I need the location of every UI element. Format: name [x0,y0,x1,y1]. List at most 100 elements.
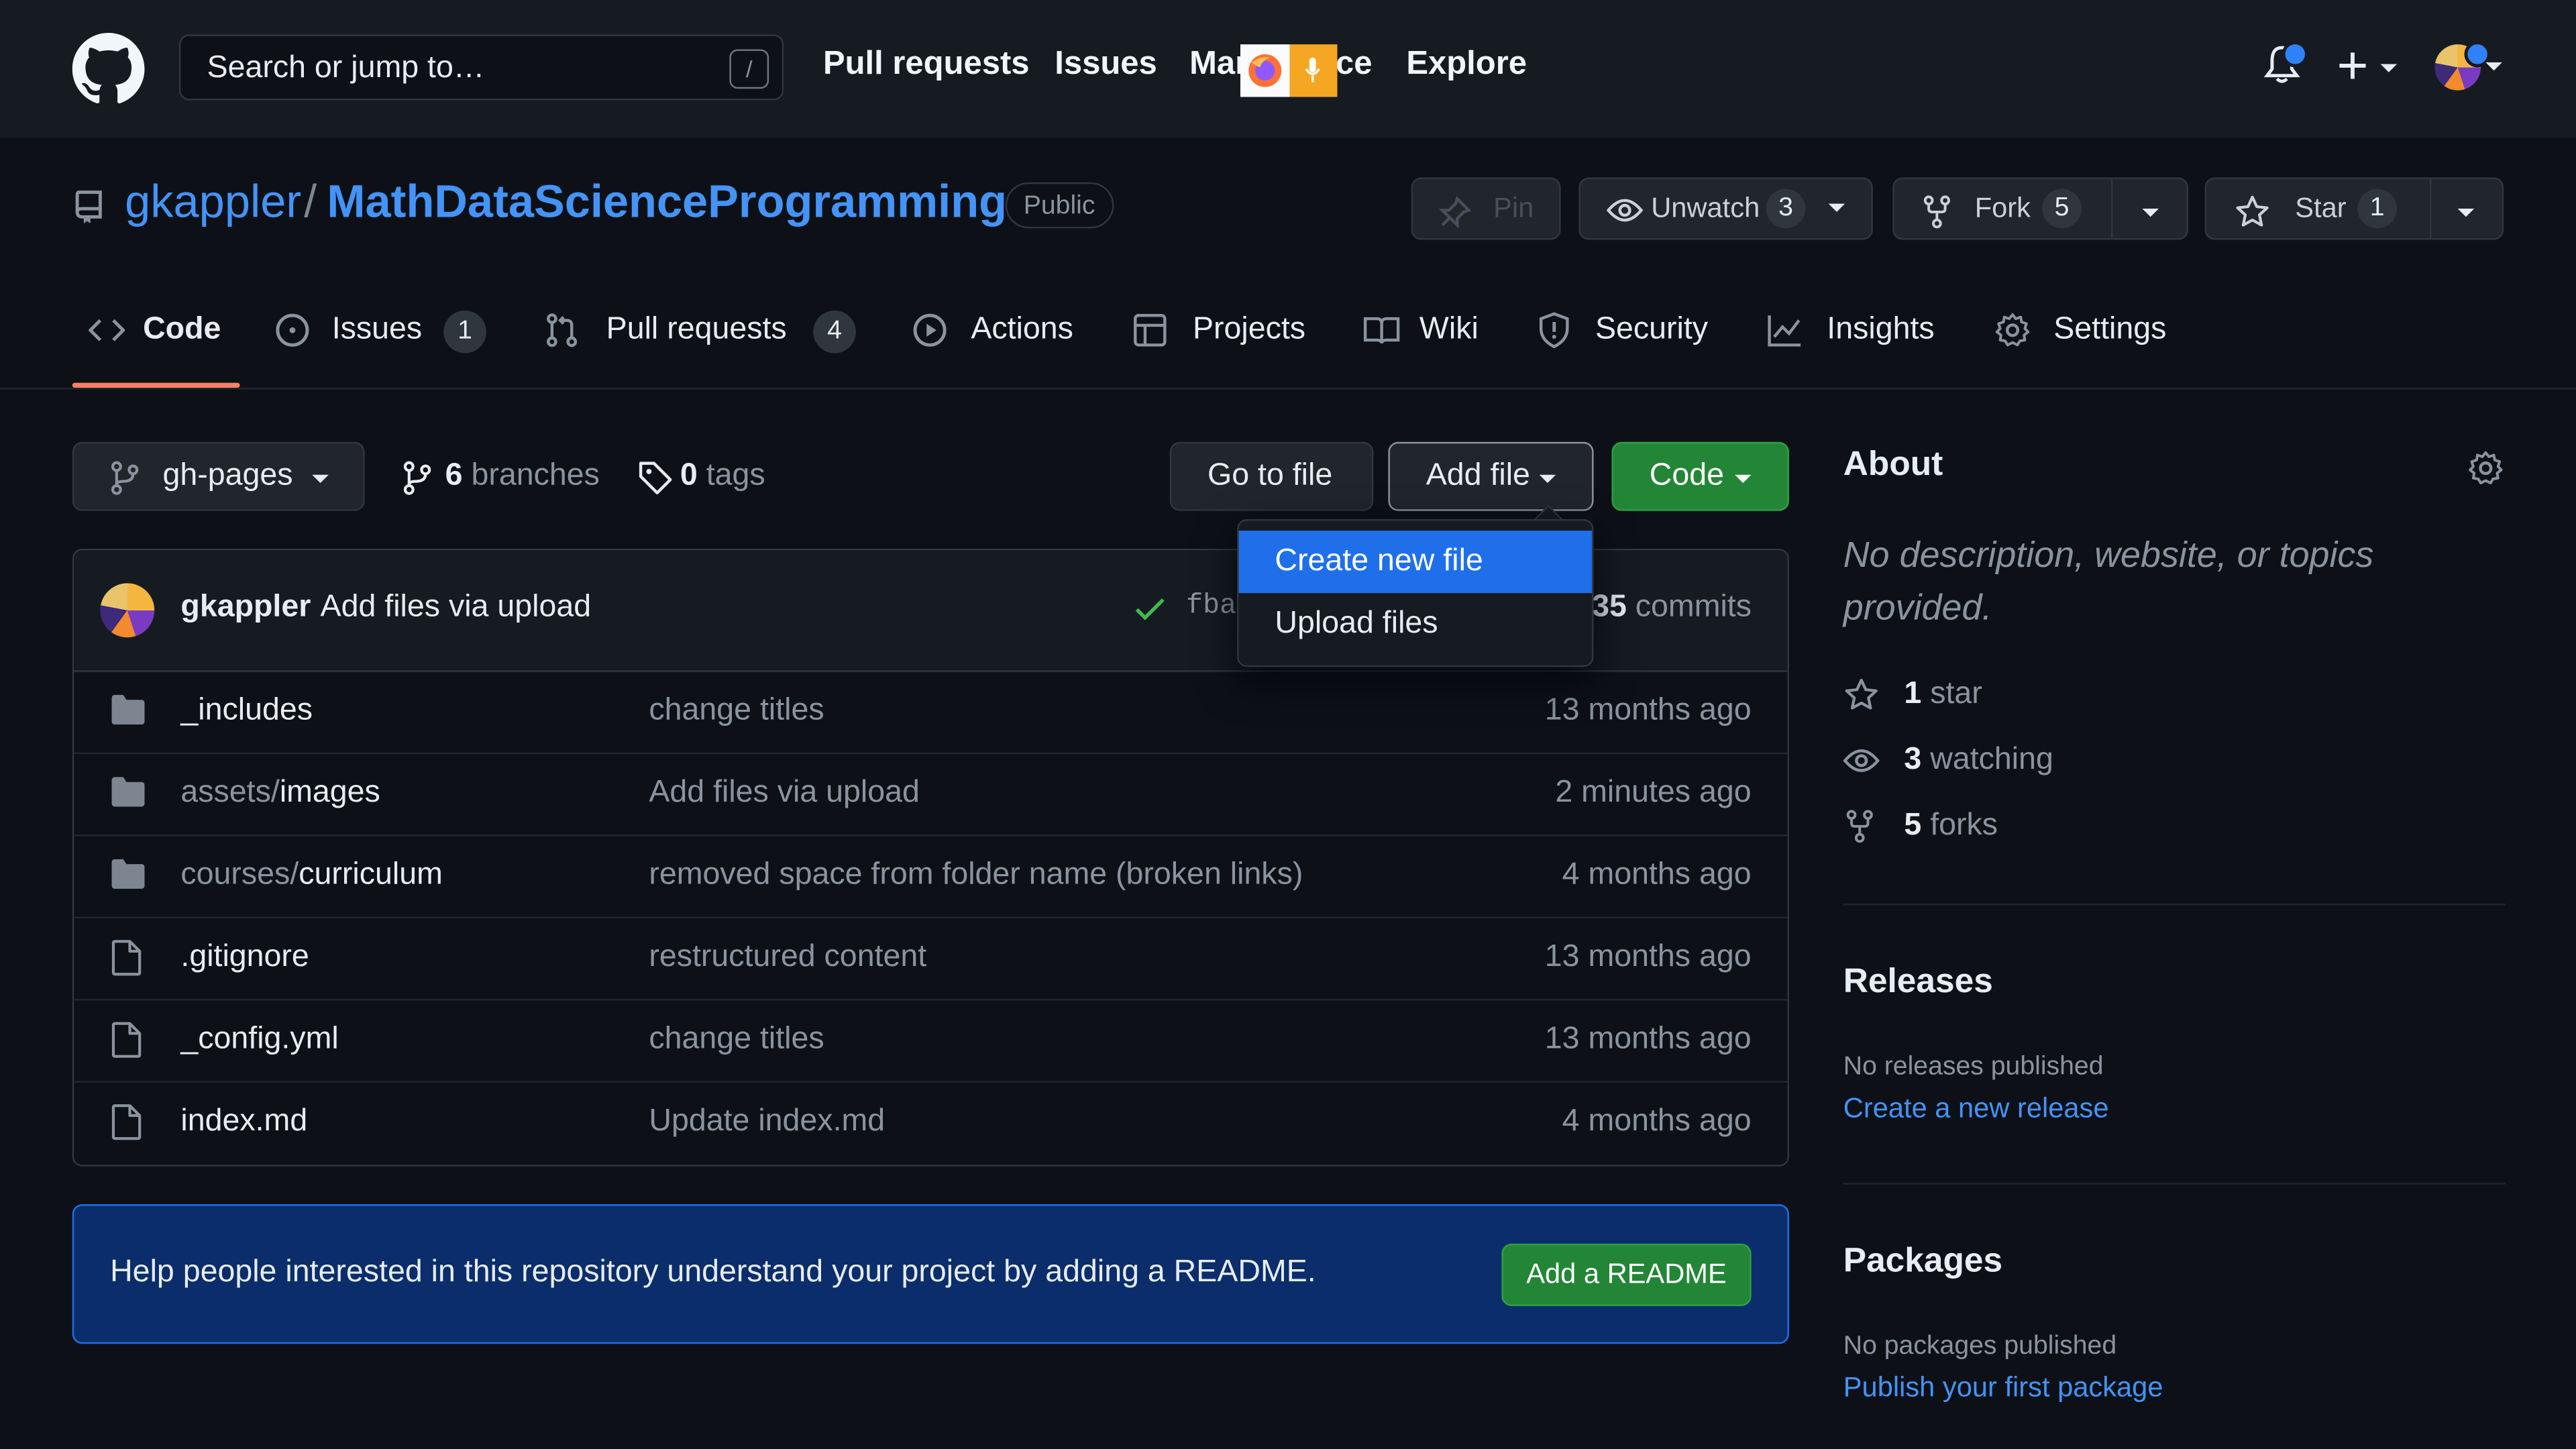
branches-link[interactable]: 6 branches [402,458,600,495]
code-button[interactable]: Code [1611,441,1789,511]
fork-button[interactable]: Fork 5 [1892,177,2189,240]
file-row[interactable]: _includes change titles 13 months ago [74,670,1788,755]
tab-actions[interactable]: Actions [912,309,1076,358]
tab-pull-requests-label: Pull requests [606,312,787,347]
pin-button[interactable]: Pin [1411,177,1561,240]
repo-tabs: Code Issues 1 Pull requests 4 Actions Pr… [0,279,2576,390]
nav-issues[interactable]: Issues [1055,46,1157,84]
fork-divider [2110,178,2113,239]
about-description: No description, website, or topics provi… [1843,533,2374,628]
add-file-dropdown: Create new file Upload files [1237,519,1594,667]
tab-issues[interactable]: Issues 1 [274,309,491,358]
unwatch-button[interactable]: Unwatch 3 [1578,177,1873,240]
star-chevron-icon[interactable] [2457,209,2475,217]
branch-select-button[interactable]: gh-pages [72,441,365,511]
fork-chevron-icon[interactable] [2142,209,2159,217]
github-logo-icon[interactable] [72,32,145,105]
readme-banner: Help people interested in this repositor… [72,1204,1789,1344]
tab-projects[interactable]: Projects [1132,309,1306,358]
firefox-sharing-indicator[interactable] [1240,44,1338,97]
go-to-file-button[interactable]: Go to file [1169,441,1374,511]
star-divider [2430,178,2432,239]
nav-pull-requests[interactable]: Pull requests [823,46,1030,84]
tab-issues-label: Issues [331,312,423,347]
avatar-chevron-down-icon[interactable] [2485,62,2502,71]
file-age: 13 months ago [1544,939,1752,975]
branches-label: branches [471,458,600,493]
repo-owner-link[interactable]: gkappler [125,176,301,228]
file-name[interactable]: _config.yml [180,1022,338,1058]
commit-message[interactable]: Add files via upload [321,590,592,626]
forks-link[interactable]: 5 forks [1843,808,1998,845]
tab-code-label: Code [143,312,221,347]
file-row[interactable]: .gitignore restructured content 13 month… [74,917,1788,1001]
forks-label: forks [1930,808,1998,843]
publish-package-link[interactable]: Publish your first package [1843,1372,2163,1405]
upload-files-item[interactable]: Upload files [1239,593,1593,655]
star-button[interactable]: Star 1 [2204,177,2504,240]
tab-insights[interactable]: Insights [1766,309,1937,358]
code-chevron-icon [1735,474,1752,484]
file-name-text: images [279,775,380,810]
commit-sha[interactable]: fba [1186,592,1236,623]
packages-heading[interactable]: Packages [1843,1242,2002,1281]
file-icon [111,1104,142,1140]
file-age: 13 months ago [1544,693,1752,728]
file-name[interactable]: assets/images [180,775,380,812]
nav-explore[interactable]: Explore [1406,46,1527,84]
gear-icon [1995,313,2030,347]
add-readme-button[interactable]: Add a README [1501,1243,1752,1306]
tags-count: 0 [680,458,698,493]
file-name[interactable]: courses/curriculum [180,857,442,894]
folder-icon [111,859,145,889]
commit-author-avatar[interactable] [100,583,155,638]
chevron-down-icon [2380,64,2398,72]
fork-count: 5 [2042,189,2082,229]
nav-marketplace-end[interactable]: ce [1336,46,1372,84]
tab-settings-label: Settings [2053,312,2167,347]
file-commit-message[interactable]: change titles [649,1022,824,1058]
eye-icon [1607,199,1643,222]
tab-code[interactable]: Code [89,309,239,358]
file-row[interactable]: assets/images Add files via upload 2 min… [74,753,1788,837]
repo-name-link[interactable]: MathDataScienceProgramming [327,176,1007,228]
file-name-prefix: assets/ [180,775,280,810]
file-name[interactable]: index.md [180,1104,307,1140]
stars-link[interactable]: 1 star [1843,677,1982,713]
create-release-link[interactable]: Create a new release [1843,1093,2109,1126]
file-row[interactable]: index.md Update index.md 4 months ago [74,1081,1787,1163]
commits-count: 35 [1592,590,1627,625]
create-new-menu[interactable] [2336,46,2408,86]
file-name-text: _config.yml [180,1022,339,1057]
watching-link[interactable]: 3 watching [1843,743,2053,779]
add-file-button[interactable]: Add file [1388,441,1594,511]
file-commit-message[interactable]: Update index.md [649,1104,885,1140]
tab-settings[interactable]: Settings [1994,309,2169,358]
file-commit-message[interactable]: Add files via upload [649,775,920,812]
play-icon [913,313,947,347]
file-commit-message[interactable]: removed space from folder name (broken l… [649,857,1303,894]
sidebar-divider [1843,1183,2506,1185]
file-commit-message[interactable]: restructured content [649,940,926,976]
file-name[interactable]: _includes [180,693,313,729]
notification-dot [2282,41,2308,68]
branch-chevron-icon [312,474,329,484]
tab-actions-label: Actions [971,312,1073,347]
gear-icon[interactable] [2467,450,2504,486]
file-row[interactable]: _config.yml change titles 13 months ago [74,999,1788,1083]
shield-icon [1539,312,1569,349]
file-name[interactable]: .gitignore [180,940,309,976]
tags-link[interactable]: 0 tags [637,458,765,494]
releases-heading[interactable]: Releases [1843,963,1993,1002]
nav-marketplace-start[interactable]: Mar [1189,46,1248,84]
file-commit-message[interactable]: change titles [649,693,824,729]
tab-wiki[interactable]: Wiki [1363,309,1482,358]
tab-security[interactable]: Security [1536,309,1711,358]
commit-author[interactable]: gkappler [180,590,311,626]
search-input[interactable]: Search or jump to… / [178,34,784,101]
commits-link[interactable]: 35 commits [1592,590,1752,626]
create-new-file-item[interactable]: Create new file [1238,531,1593,594]
file-row[interactable]: courses/curriculum removed space from fo… [74,835,1788,918]
pull-request-icon [547,313,578,347]
tab-pull-requests[interactable]: Pull requests 4 [544,309,859,358]
